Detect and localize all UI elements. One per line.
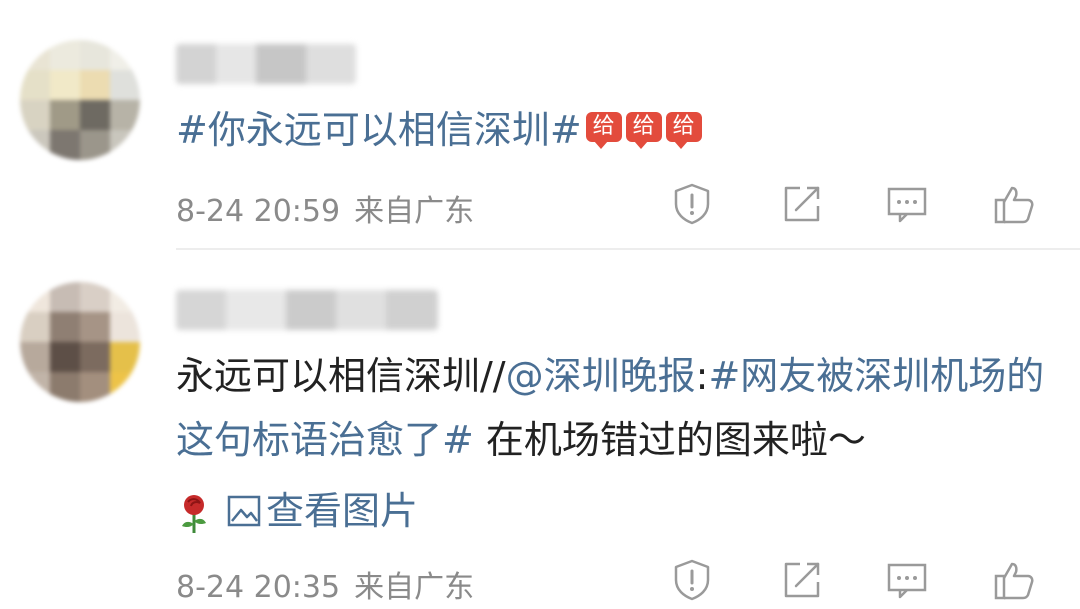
divider	[176, 248, 1080, 250]
comment-text: 永远可以相信深圳//	[176, 354, 506, 398]
avatar[interactable]	[20, 282, 140, 402]
reply-icon[interactable]	[885, 182, 929, 226]
comment-meta: 8-24 20:35 来自广东	[176, 562, 474, 606]
like-icon[interactable]	[992, 558, 1036, 602]
repost-icon[interactable]	[780, 558, 824, 602]
mention-link[interactable]: @深圳晚报	[506, 354, 696, 398]
rose-icon	[182, 494, 206, 533]
report-icon[interactable]	[670, 558, 714, 602]
like-icon[interactable]	[992, 182, 1036, 226]
location: 来自广东	[354, 194, 475, 229]
comment-meta: 8-24 20:59 来自广东	[176, 186, 474, 230]
reply-icon[interactable]	[885, 558, 929, 602]
comment-text: 在机场错过的图来啦～	[473, 418, 866, 462]
report-icon[interactable]	[670, 182, 714, 226]
emoji-badge: 给力	[585, 111, 622, 169]
username-blurred[interactable]	[176, 44, 356, 84]
location: 来自广东	[354, 570, 475, 605]
image-icon	[227, 495, 261, 526]
view-images-label[interactable]: 查看图片	[266, 489, 418, 533]
timestamp: 8-24 20:35	[176, 570, 341, 605]
topic-link[interactable]: #你永远可以相信深圳#	[176, 108, 582, 152]
timestamp: 8-24 20:59	[176, 194, 341, 229]
comment-content: 永远可以相信深圳//@深圳晚报:#网友被深圳机场的这句标语治愈了# 在机场错过的…	[176, 344, 1046, 472]
username-blurred[interactable]	[176, 290, 438, 330]
emoji-badge: 给力	[625, 111, 662, 169]
emoji-badge: 给力	[665, 111, 702, 169]
avatar[interactable]	[20, 40, 140, 160]
repost-icon[interactable]	[780, 182, 824, 226]
comment-text: :	[695, 354, 709, 398]
view-images-link[interactable]: 查看图片	[176, 480, 418, 535]
comment-content: #你永远可以相信深圳# 给力给力给力	[176, 98, 1046, 169]
